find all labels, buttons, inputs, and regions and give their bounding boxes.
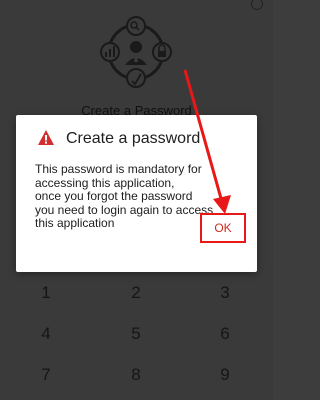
dialog-title: Create a password [66, 130, 201, 147]
key-4[interactable]: 4 [26, 324, 66, 344]
ok-button[interactable]: OK [200, 213, 246, 243]
dialog-message-line: once you forgot the password [35, 189, 193, 203]
key-5[interactable]: 5 [116, 324, 156, 344]
dialog-message-line: accessing this application, [35, 175, 175, 190]
key-6[interactable]: 6 [205, 324, 245, 344]
key-9[interactable]: 9 [205, 365, 245, 385]
info-icon[interactable] [251, 0, 263, 10]
key-8[interactable]: 8 [116, 365, 156, 385]
security-logo-icon [100, 16, 172, 88]
create-password-dialog: Create a password This password is manda… [16, 115, 257, 272]
key-2[interactable]: 2 [116, 283, 156, 303]
key-3[interactable]: 3 [205, 283, 245, 303]
warning-icon [38, 130, 54, 145]
dialog-message-line: This password is mandatory for [35, 162, 202, 176]
key-1[interactable]: 1 [26, 283, 66, 303]
key-7[interactable]: 7 [26, 365, 66, 385]
